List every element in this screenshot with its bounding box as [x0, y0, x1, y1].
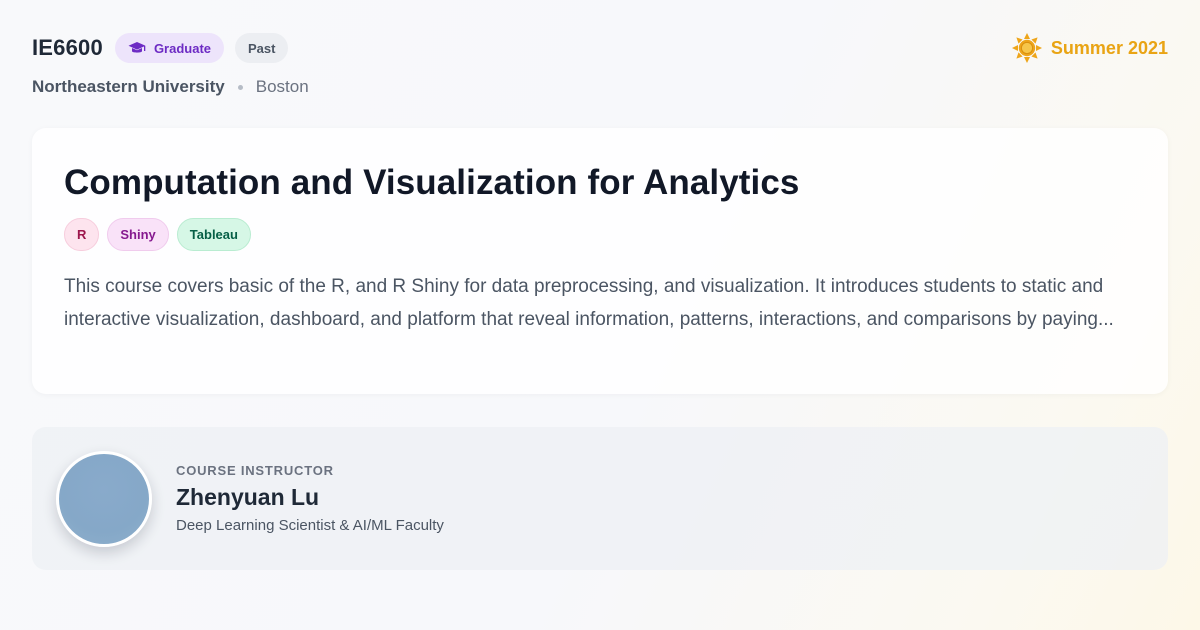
course-description: This course covers basic of the R, and R…: [64, 276, 1114, 330]
separator-dot: [237, 84, 243, 90]
tag-tableau: Tableau: [176, 218, 251, 251]
instructor-info: COURSE INSTRUCTOR Zhenyuan Lu Deep Learn…: [176, 463, 444, 534]
course-title: Computation and Visualization for Analyt…: [64, 163, 800, 202]
status-badge: Past: [235, 33, 289, 63]
term-label: Summer 2021: [1050, 37, 1168, 58]
tech-tags: R Shiny Tableau: [64, 218, 1136, 251]
graduation-cap-icon: [128, 42, 146, 53]
instructor-card: COURSE INSTRUCTOR Zhenyuan Lu Deep Learn…: [32, 427, 1168, 570]
tag-shiny: Shiny: [107, 218, 169, 251]
graduate-badge-label: Graduate: [153, 40, 212, 56]
sun-icon: [1011, 33, 1042, 63]
graduate-badge: Graduate: [114, 33, 225, 63]
course-code: IE6600: [32, 35, 103, 60]
instructor-name: Zhenyuan Lu: [176, 484, 320, 510]
instructor-role: Deep Learning Scientist & AI/ML Faculty: [176, 517, 444, 534]
university-row: Northeastern University Boston: [32, 77, 1168, 97]
instructor-avatar: [56, 451, 152, 547]
university-name: Northeastern University: [32, 77, 225, 96]
course-code-row: IE6600 Graduate Past: [32, 32, 1168, 64]
course-header: IE6600 Graduate Past Northeastern Univer…: [32, 32, 1168, 112]
city-name: Boston: [255, 77, 309, 96]
course-card: Computation and Visualization for Analyt…: [32, 128, 1168, 394]
instructor-label: COURSE INSTRUCTOR: [176, 463, 334, 478]
tag-r: R: [64, 218, 100, 251]
term-indicator: Summer 2021: [1011, 32, 1168, 64]
